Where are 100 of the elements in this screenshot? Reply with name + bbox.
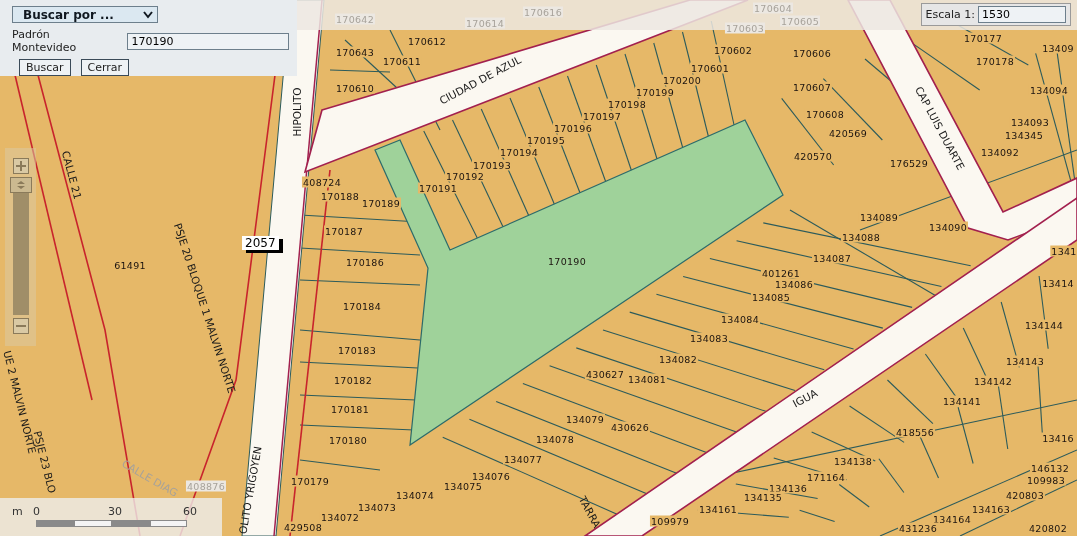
parcel-number: 134088: [840, 231, 882, 243]
parcel-number: 170194: [498, 146, 540, 158]
parcel-number: 134087: [811, 252, 853, 264]
parcel-number: 170186: [344, 256, 386, 268]
street-name: CALLE 21: [59, 149, 85, 201]
street-name: IGUA: [790, 386, 820, 410]
panel-button[interactable]: Cerrar: [80, 59, 130, 76]
parcel-number: 170193: [471, 159, 513, 171]
parcel-number: 170199: [634, 86, 676, 98]
parcel-number: 170196: [552, 122, 594, 134]
parcel-number: 170182: [332, 374, 374, 386]
parcel-number: 13409: [1041, 42, 1075, 54]
parcel-number: 134075: [442, 480, 484, 492]
parcel-number: 134073: [356, 501, 398, 513]
parcel-number: 170643: [334, 46, 376, 58]
parcel-number: 170177: [962, 32, 1004, 44]
parcel-number: 170189: [360, 197, 402, 209]
parcel-number: 170605: [779, 15, 821, 27]
scale-label: Escala 1:: [925, 8, 975, 21]
parcel-number: 418556: [894, 426, 936, 438]
parcel-number: 134164: [931, 513, 973, 525]
parcel-number: 134093: [1009, 116, 1051, 128]
parcel-number: 134081: [626, 373, 668, 385]
parcel-number: 170642: [334, 13, 376, 25]
parcel-number: 134085: [750, 291, 792, 303]
parcel-number: 134144: [1023, 319, 1065, 331]
parcel-number: 134090: [927, 221, 969, 233]
parcel-number: 170608: [804, 108, 846, 120]
parcel-number: 176529: [888, 157, 930, 169]
parcel-number: 171164: [805, 471, 847, 483]
field-label: Padrón Montevideo: [12, 28, 78, 54]
parcel-number: 134136: [767, 482, 809, 494]
parcel-number: 170603: [724, 22, 766, 34]
parcel-number: 170181: [329, 403, 371, 415]
parcel-number: 134161: [697, 503, 739, 515]
parcel-number: 170200: [661, 74, 703, 86]
parcel-number: 420803: [1004, 489, 1046, 501]
parcel-number: 134079: [564, 413, 606, 425]
parcel-number: 134076: [470, 470, 512, 482]
zoom-in-button[interactable]: [12, 158, 29, 174]
parcel-number: 134086: [773, 278, 815, 290]
parcel-number: 170184: [341, 300, 383, 312]
parcel-number: 170192: [444, 170, 486, 182]
parcel-number: 170616: [522, 6, 564, 18]
parcel-number: 170187: [323, 225, 365, 237]
parcel-number: 170190: [546, 255, 588, 267]
parcel-number: 170604: [752, 2, 794, 14]
panel-button[interactable]: Buscar: [19, 59, 71, 76]
parcel-number: 134141: [941, 395, 983, 407]
parcel-number: 420569: [827, 127, 869, 139]
search-mode-select[interactable]: Buscar por ...: [12, 6, 158, 23]
parcel-number: 408876: [185, 480, 227, 492]
parcel-number: 170602: [712, 44, 754, 56]
parcel-number: 134163: [970, 503, 1012, 515]
parcel-number: 134083: [688, 332, 730, 344]
parcel-number: 170614: [464, 17, 506, 29]
parcel-number: 134074: [394, 489, 436, 501]
parcel-number: 170195: [525, 134, 567, 146]
parcel-number: 170610: [334, 82, 376, 94]
parcel-number: 170197: [581, 110, 623, 122]
scale-input-field[interactable]: 1530: [978, 6, 1066, 23]
parcel-number: 170178: [974, 55, 1016, 67]
parcel-number: 170606: [791, 47, 833, 59]
parcel-number: 134142: [972, 375, 1014, 387]
zoom-slider-handle[interactable]: [9, 177, 32, 193]
street-name: OLITO YRIGOYEN: [236, 445, 264, 535]
parcel-number: 13416: [1041, 432, 1075, 444]
parcel-number: 429508: [282, 521, 324, 533]
parcel-number: 134082: [657, 353, 699, 365]
parcel-number: 420570: [792, 150, 834, 162]
parcel-number: 134078: [534, 433, 576, 445]
parcel-number: 13414: [1041, 277, 1075, 289]
parcel-number: 1341: [1050, 245, 1077, 257]
parcel-number: 170607: [791, 81, 833, 93]
parcel-number: 134092: [979, 146, 1021, 158]
parcel-number: 134089: [858, 211, 900, 223]
parcel-number: 109983: [1025, 474, 1067, 486]
parcel-number: 134077: [502, 453, 544, 465]
parcel-number: 134138: [832, 455, 874, 467]
parcel-number: 146132: [1029, 462, 1071, 474]
parcel-number: 170183: [336, 344, 378, 356]
scale-tick-label: 60: [183, 505, 197, 518]
zoom-slider-track[interactable]: [12, 193, 29, 315]
parcel-number: 134072: [319, 511, 361, 523]
parcel-number: 430626: [609, 421, 651, 433]
parcel-number: 431236: [897, 522, 939, 534]
chevron-down-icon: [143, 10, 153, 19]
parcel-number: 134345: [1003, 129, 1045, 141]
scale-tick-label: 0: [33, 505, 40, 518]
parcel-number: 170601: [689, 62, 731, 74]
scale-tick-label: 30: [108, 505, 122, 518]
parcel-number: 420802: [1027, 522, 1069, 534]
parcel-number: 170180: [327, 434, 369, 446]
parcel-number: 134135: [742, 491, 784, 503]
parcel-number: 170198: [606, 98, 648, 110]
street-name: HIPOLITO: [291, 87, 303, 137]
parcel-number: 408724: [301, 176, 343, 188]
zoom-out-button[interactable]: [12, 318, 29, 334]
search-input-field[interactable]: 170190: [127, 32, 289, 50]
parcel-number: 401261: [760, 267, 802, 279]
